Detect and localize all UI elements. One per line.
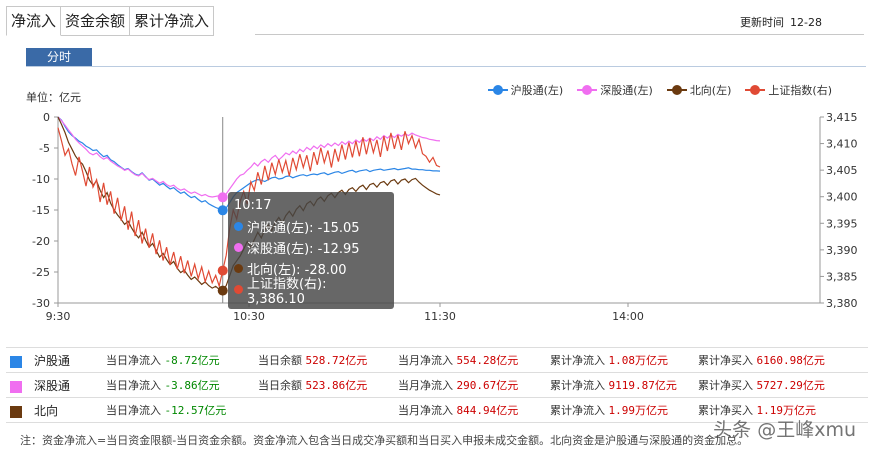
y-right-tick-label: 3,415 (826, 111, 858, 124)
color-square-north (10, 405, 22, 418)
cell-value: 528.72亿元 (305, 354, 368, 367)
tooltip-row: 沪股通(左): -15.05 (234, 216, 388, 237)
x-tick-label: 10:30 (233, 310, 265, 323)
y-left-tick-label: -15 (32, 204, 50, 217)
cell-label: 当日净流入 (106, 404, 161, 417)
cell-value: 554.28亿元 (456, 354, 519, 367)
y-left-tick-label: -5 (39, 142, 50, 155)
tooltip-dot-sz (234, 243, 243, 252)
cursor-point-0 (217, 205, 228, 216)
cell-value: -3.86亿元 (164, 379, 220, 392)
cell-label: 累计净流入 (550, 379, 605, 392)
cell-value: -8.72亿元 (164, 354, 220, 367)
y-right-tick-label: 3,390 (826, 244, 858, 257)
y-left-tick-label: 0 (43, 111, 50, 124)
cell-value: 9119.87亿元 (608, 379, 677, 392)
y-left-tick-label: -20 (32, 235, 50, 248)
cell-value: 1.99万亿元 (608, 404, 669, 417)
watermark: 头条 @王峰xmu (713, 419, 856, 441)
y-right-tick-label: 3,385 (826, 270, 858, 283)
cell-value: 290.67亿元 (456, 379, 519, 392)
tooltip-dot-index (234, 285, 243, 294)
tooltip-row: 深股通(左): -12.95 (234, 237, 388, 258)
y-right-tick-label: 3,400 (826, 191, 858, 204)
color-square-sz (10, 380, 22, 393)
cell-label: 当月净流入 (398, 379, 453, 392)
cursor-point-2 (217, 285, 228, 296)
row-name: 深股通 (34, 378, 71, 393)
cursor-point-1 (217, 192, 228, 203)
y-left-tick-label: -10 (32, 173, 50, 186)
cell-label: 当日净流入 (106, 379, 161, 392)
x-tick-label: 14:00 (612, 310, 644, 323)
y-right-tick-label: 3,405 (826, 164, 858, 177)
y-right-tick-label: 3,380 (826, 297, 858, 310)
y-right-tick-label: 3,410 (826, 138, 858, 151)
cell-label: 累计净买入 (698, 354, 753, 367)
summary-table: 沪股通 当日净流入 -8.72亿元 当日余额 528.72亿元 当月净流入 55… (6, 347, 868, 423)
cursor-point-3 (217, 265, 228, 276)
x-tick-label: 9:30 (46, 310, 71, 323)
row-name: 北向 (34, 403, 59, 418)
cell-label: 当月净流入 (398, 404, 453, 417)
row-name: 沪股通 (34, 353, 71, 368)
cell-value: 6160.98亿元 (756, 354, 825, 367)
cell-value: 523.86亿元 (305, 379, 368, 392)
cell-label: 累计净买入 (698, 379, 753, 392)
cell-label: 当日余额 (258, 379, 302, 392)
y-left-tick-label: -25 (32, 266, 50, 279)
y-left-tick-label: -30 (32, 297, 50, 310)
cell-value: 844.94亿元 (456, 404, 519, 417)
cell-label: 当日余额 (258, 354, 302, 367)
chart-tooltip: 10:17 沪股通(左): -15.05 深股通(左): -12.95 北向(左… (228, 192, 394, 309)
footnote: 注：资金净流入=当日资金限额-当日资金余额。资金净流入包含当日成交净买额和当日买… (20, 434, 749, 447)
table-row: 深股通 当日净流入 -3.86亿元 当日余额 523.86亿元 当月净流入 29… (6, 372, 868, 398)
y-right-tick-label: 3,395 (826, 217, 858, 230)
cell-label: 当月净流入 (398, 354, 453, 367)
tooltip-row: 上证指数(右): 3,386.10 (234, 277, 388, 307)
tooltip-dot-sh (234, 222, 243, 231)
cell-value: 5727.29亿元 (756, 379, 825, 392)
cell-value: 1.08万亿元 (608, 354, 669, 367)
cell-label: 当日净流入 (106, 354, 161, 367)
tooltip-value-sz: 深股通(左): -12.95 (247, 242, 360, 257)
tooltip-value-sh: 沪股通(左): -15.05 (247, 221, 360, 236)
cell-value: -12.57亿元 (164, 404, 227, 417)
cell-label: 累计净流入 (550, 354, 605, 367)
tooltip-time: 10:17 (234, 198, 272, 213)
table-row: 沪股通 当日净流入 -8.72亿元 当日余额 528.72亿元 当月净流入 55… (6, 347, 868, 373)
cell-label: 累计净流入 (550, 404, 605, 417)
flow-chart[interactable]: 0 -5 -10 -15 -20 -25 -30 3,415 3,410 3,405 3,400 3,… (0, 0, 870, 330)
series-line-1 (57, 116, 441, 199)
tooltip-dot-north (234, 264, 243, 273)
x-tick-label: 11:30 (424, 310, 456, 323)
color-square-sh (10, 355, 22, 368)
tooltip-value-index: 上证指数(右): 3,386.10 (246, 276, 327, 307)
